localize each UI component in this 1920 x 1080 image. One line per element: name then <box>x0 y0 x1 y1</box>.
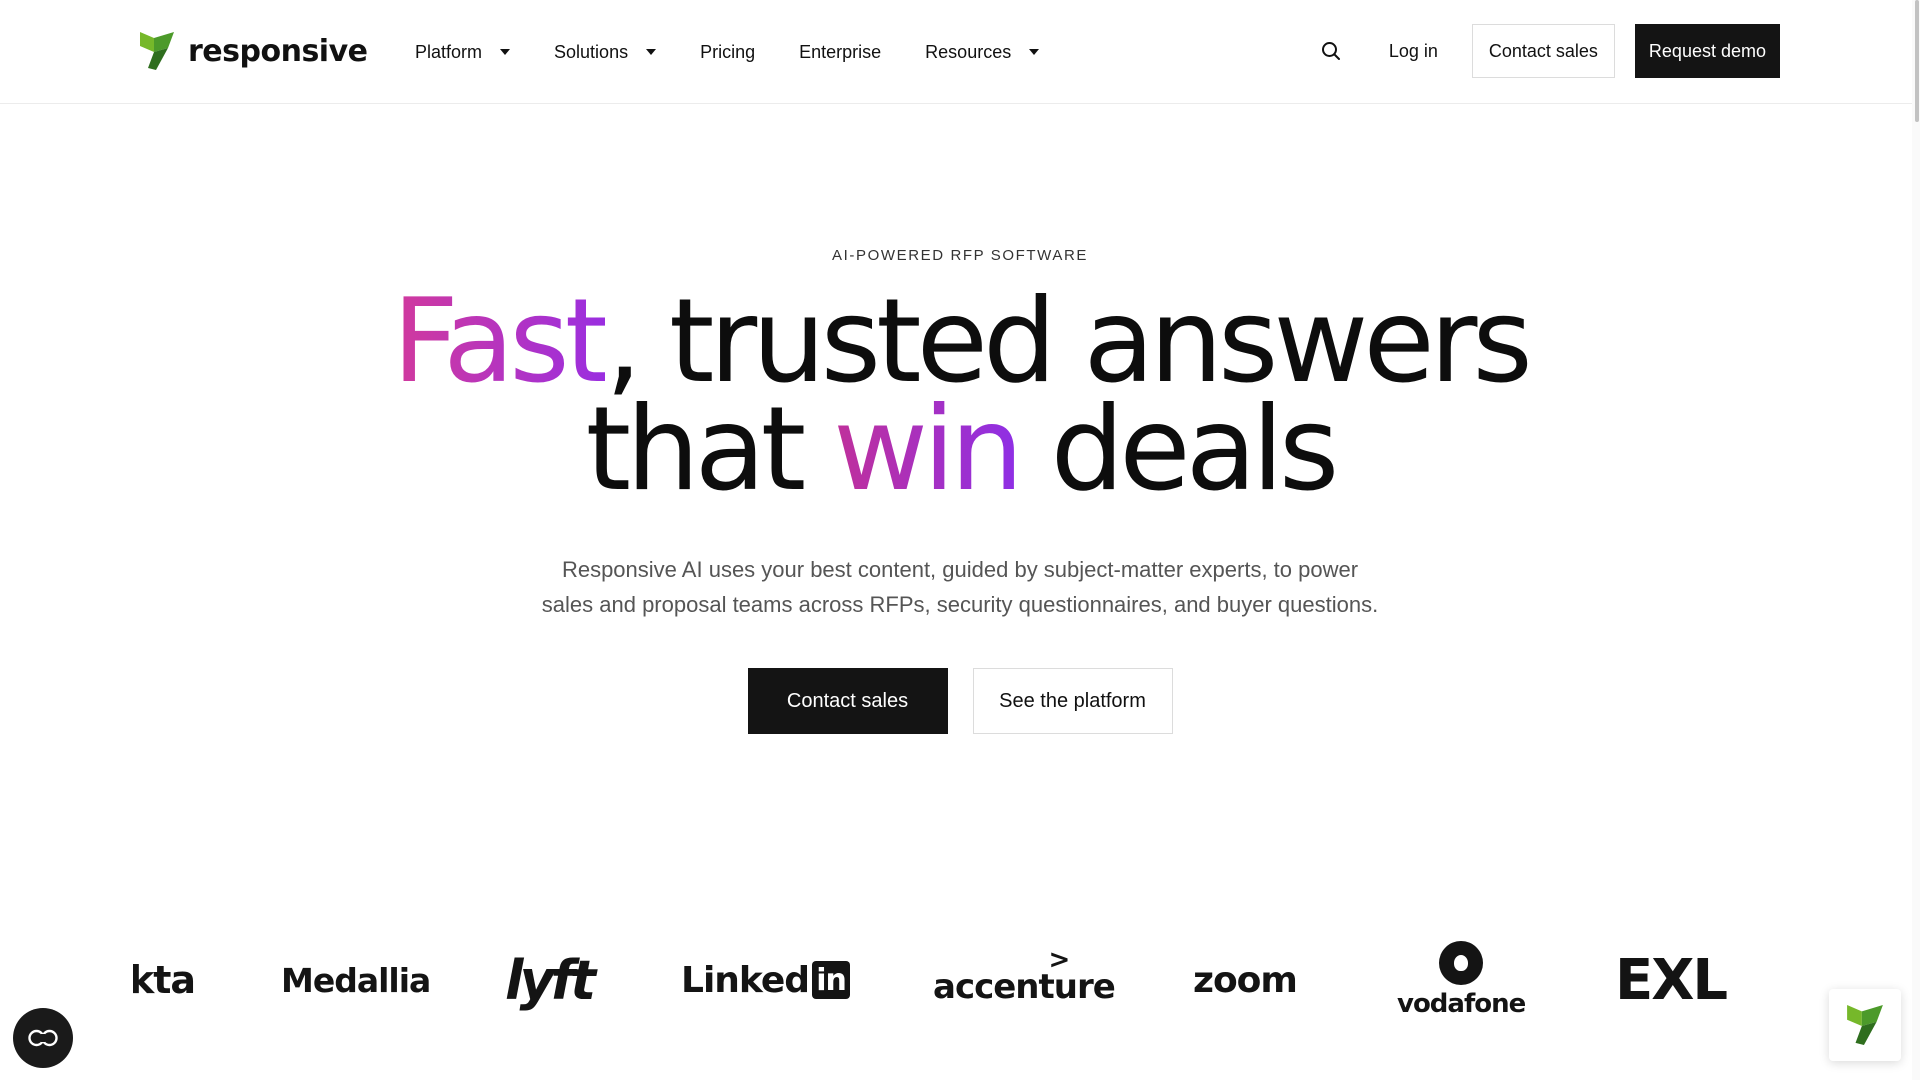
headline-text: that <box>585 382 834 517</box>
lyft-logo: lyft <box>505 948 596 1012</box>
accenture-mark: > <box>1048 945 1071 975</box>
nav-item-label: Platform <box>415 41 483 62</box>
medallia-logo: Medallia <box>281 960 431 1000</box>
okta-logo: kta <box>133 958 196 1002</box>
responsive-logo-icon <box>140 32 174 70</box>
request-demo-button[interactable]: Request demo <box>1634 24 1780 78</box>
search-icon <box>1321 42 1340 60</box>
chevron-down-icon <box>1029 49 1040 55</box>
hero-subtext: Responsive AI uses your best content, gu… <box>0 552 1920 622</box>
linkedin-logo: Linked in <box>681 935 851 1025</box>
search-button[interactable] <box>1313 33 1349 69</box>
headline-line-2: that win deals <box>0 392 1920 508</box>
headline-highlight-fast: Fast <box>392 274 610 409</box>
accessibility-icon <box>28 1029 58 1047</box>
site-header: responsive Platform Solutions Pricing En… <box>0 0 1920 104</box>
accenture-logo: > accenture <box>933 935 1116 1025</box>
subtext-line: sales and proposal teams across RFPs, se… <box>541 592 1379 617</box>
see-platform-button[interactable]: See the platform <box>972 668 1173 734</box>
hero-cta-group: Contact sales See the platform <box>0 668 1920 734</box>
scrollbar-thumb[interactable] <box>1915 0 1919 122</box>
hero-headline: Fast, trusted answers that win deals <box>0 284 1920 508</box>
vodafone-mark-icon <box>1439 941 1484 985</box>
accenture-wordmark: accenture <box>933 967 1116 1007</box>
nav-item-pricing[interactable]: Pricing <box>700 42 755 63</box>
nav-item-label: Pricing <box>700 41 756 62</box>
main-nav: Platform Solutions Pricing Enterprise Re… <box>415 0 1083 104</box>
subtext-line: Responsive AI uses your best content, gu… <box>561 557 1359 582</box>
contact-sales-button[interactable]: Contact sales <box>1471 24 1615 78</box>
headline-highlight-win: win <box>833 382 1024 517</box>
zoom-logo: zoom <box>1193 959 1298 1001</box>
login-link[interactable]: Log in <box>1389 41 1438 62</box>
chevron-down-icon <box>646 49 657 55</box>
hero-eyebrow: AI-POWERED RFP SOFTWARE <box>832 247 1088 264</box>
brand-name: responsive <box>188 33 368 69</box>
headline-text: deals <box>1018 382 1340 517</box>
nav-item-label: Resources <box>925 41 1012 62</box>
nav-item-label: Solutions <box>554 41 629 62</box>
exl-logo: EXL <box>1615 947 1728 1013</box>
vodafone-logo: vodafone <box>1397 935 1526 1025</box>
linkedin-wordmark: Linked <box>681 959 810 1001</box>
chevron-down-icon <box>500 49 511 55</box>
hero-contact-sales-button[interactable]: Contact sales <box>747 668 948 734</box>
page-scrollbar[interactable] <box>1912 0 1920 1080</box>
nav-item-platform[interactable]: Platform <box>415 41 511 63</box>
accessibility-button[interactable] <box>13 1008 73 1068</box>
chat-launcher-button[interactable] <box>1829 989 1901 1061</box>
linkedin-in-box: in <box>812 961 851 999</box>
brand-logo[interactable]: responsive <box>140 32 368 70</box>
vodafone-wordmark: vodafone <box>1397 989 1526 1019</box>
nav-item-resources[interactable]: Resources <box>925 41 1040 63</box>
nav-item-label: Enterprise <box>799 41 882 62</box>
customer-logo-strip: kta Medallia lyft Linked in > accenture z… <box>133 935 1753 1025</box>
header-actions: Log in Contact sales Request demo <box>1313 24 1780 78</box>
nav-item-enterprise[interactable]: Enterprise <box>799 42 881 63</box>
responsive-logo-icon <box>1847 1005 1883 1045</box>
headline-line-1: Fast, trusted answers <box>0 284 1920 400</box>
nav-item-solutions[interactable]: Solutions <box>554 41 657 63</box>
